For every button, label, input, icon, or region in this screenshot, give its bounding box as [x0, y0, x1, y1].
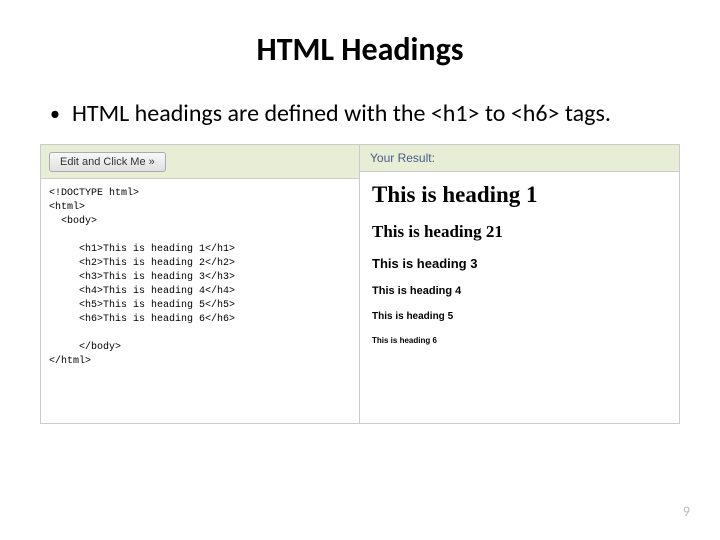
- result-h5: This is heading 5: [372, 311, 667, 322]
- result-pane-header: Your Result:: [360, 145, 679, 172]
- bullet-text: HTML headings are defined with the <h1> …: [72, 99, 611, 129]
- page-number: 9: [683, 503, 690, 520]
- code-pane: Edit and Click Me » <!DOCTYPE html> <htm…: [41, 145, 360, 423]
- result-pane: Your Result: This is heading 1 This is h…: [360, 145, 679, 423]
- edit-run-button[interactable]: Edit and Click Me »: [49, 152, 166, 172]
- code-pane-header: Edit and Click Me »: [41, 145, 359, 179]
- result-h3: This is heading 3: [372, 256, 667, 271]
- result-output: This is heading 1 This is heading 21 Thi…: [360, 172, 679, 423]
- result-h1: This is heading 1: [372, 182, 667, 208]
- result-h2: This is heading 21: [372, 222, 667, 242]
- result-h4: This is heading 4: [372, 285, 667, 297]
- bullet-dot-icon: •: [50, 99, 60, 129]
- slide-title: HTML Headings: [40, 30, 680, 69]
- bullet-item: • HTML headings are defined with the <h1…: [40, 99, 680, 129]
- result-h6: This is heading 6: [372, 336, 667, 345]
- example-panel: Edit and Click Me » <!DOCTYPE html> <htm…: [40, 144, 680, 424]
- code-textarea[interactable]: <!DOCTYPE html> <html> <body> <h1>This i…: [41, 179, 359, 423]
